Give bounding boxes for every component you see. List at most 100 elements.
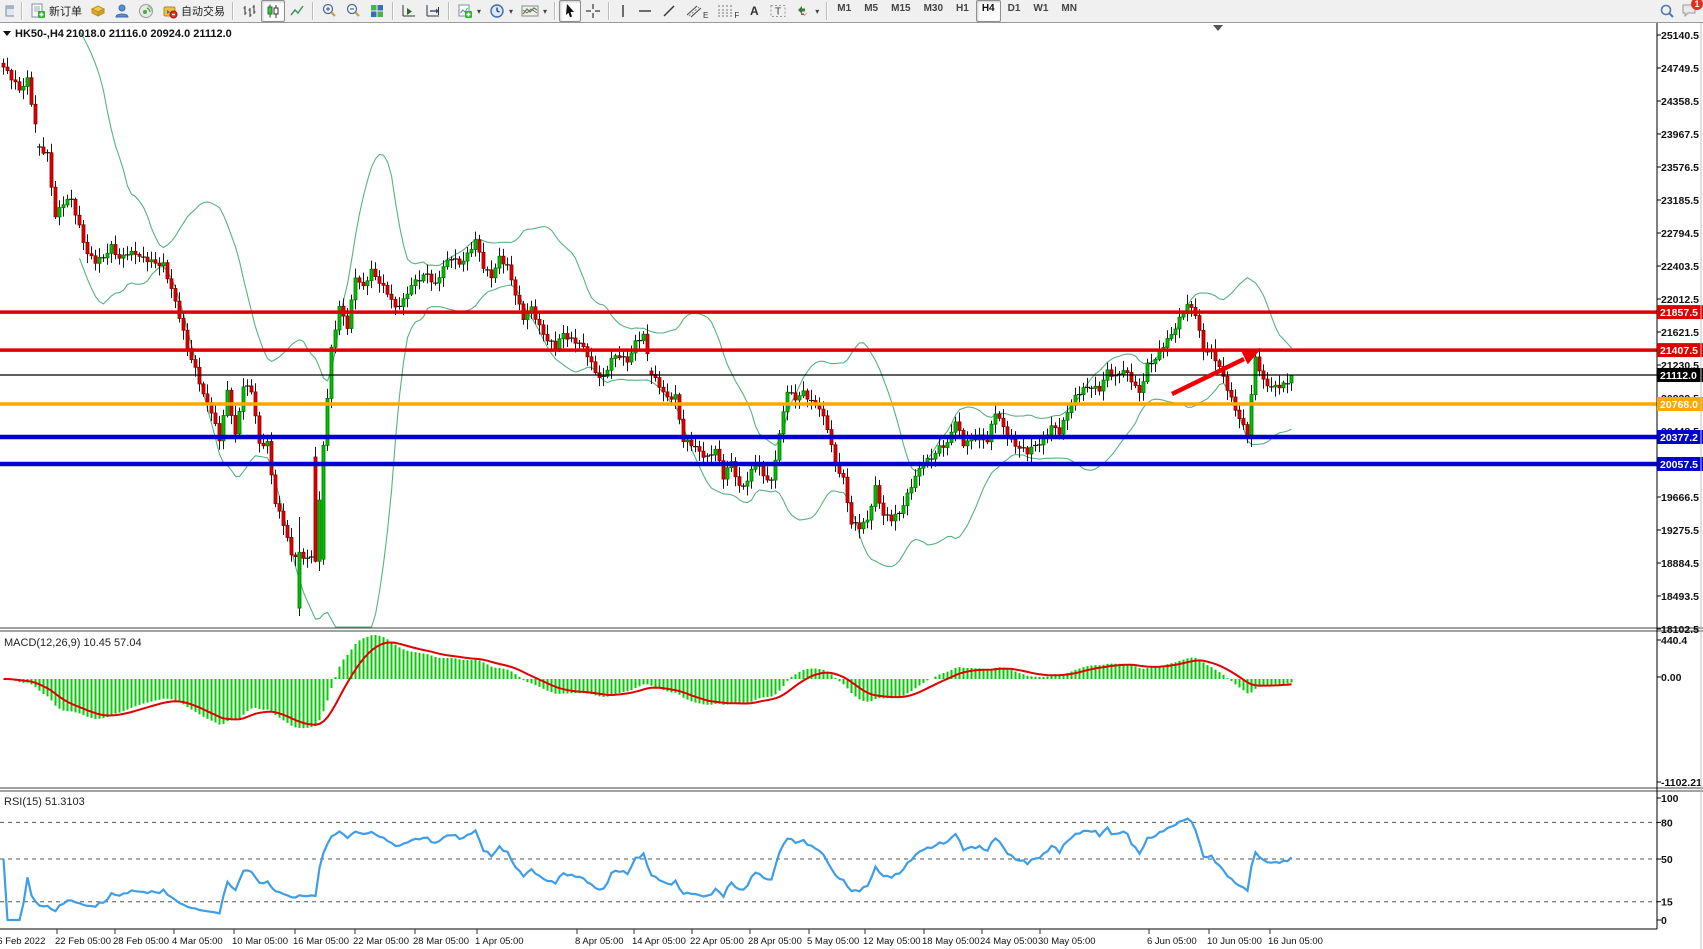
indicators-button[interactable]: ▾	[517, 0, 551, 22]
svg-text:23576.5: 23576.5	[1661, 162, 1699, 174]
market-watch-button[interactable]	[0, 0, 18, 22]
line-chart-button[interactable]	[285, 0, 309, 22]
svg-text:21857.5: 21857.5	[1660, 307, 1698, 319]
text-label-tool-button[interactable]: T	[765, 0, 791, 22]
text-tool-button[interactable]: A	[743, 0, 765, 22]
timeframe-button-m15[interactable]: M15	[885, 0, 916, 22]
market-button[interactable]	[86, 0, 110, 22]
timeframe-button-m5[interactable]: M5	[858, 0, 884, 22]
svg-text:24358.5: 24358.5	[1661, 96, 1699, 108]
chart-area[interactable]: HK50-,H4 21018.0 21116.0 20924.0 21112.0 M…	[0, 0, 1703, 949]
new-order-button[interactable]: 新订单	[26, 0, 86, 22]
svg-text:-1102.21: -1102.21	[1661, 777, 1702, 789]
svg-text:23185.5: 23185.5	[1661, 195, 1699, 207]
svg-text:22794.5: 22794.5	[1661, 228, 1699, 240]
svg-text:10 Mar 05:00: 10 Mar 05:00	[232, 936, 288, 947]
arrows-tool-button[interactable]: ▾	[791, 0, 823, 22]
indicators-icon	[521, 5, 539, 17]
svg-text:22 Apr 05:00: 22 Apr 05:00	[690, 936, 744, 947]
search-icon[interactable]	[1659, 3, 1675, 19]
svg-text:5 May 05:00: 5 May 05:00	[807, 936, 859, 947]
symbol-label: HK50-,H4	[15, 28, 65, 40]
price-tag-20057.5: 20057.5	[1657, 457, 1703, 471]
zoom-in-button[interactable]	[317, 0, 341, 22]
price-tag-21857.5: 21857.5	[1657, 305, 1703, 320]
price-tag-20377.2: 20377.2	[1657, 430, 1703, 444]
svg-text:24 May 05:00: 24 May 05:00	[980, 936, 1038, 947]
svg-text:21621.5: 21621.5	[1661, 327, 1699, 339]
toolbar-separator	[826, 2, 829, 20]
zoom-in-icon	[322, 3, 336, 17]
channel-sub-label: E	[703, 10, 709, 20]
tile-windows-button[interactable]	[365, 0, 389, 22]
timeframe-button-d1[interactable]: D1	[1002, 0, 1027, 22]
bar-chart-icon	[243, 5, 256, 17]
channel-icon	[686, 5, 702, 18]
svg-text:15: 15	[1661, 897, 1673, 909]
cursor-tool-button[interactable]	[559, 0, 582, 22]
toolbar-separator	[21, 2, 23, 20]
chevron-down-icon: ▾	[509, 6, 514, 16]
bar-chart-button[interactable]	[237, 0, 261, 22]
signals-button[interactable]	[134, 0, 158, 22]
svg-text:440.4: 440.4	[1661, 635, 1687, 647]
community-button[interactable]	[110, 0, 134, 22]
svg-text:0: 0	[1661, 915, 1667, 927]
autotrading-button[interactable]: 自动交易	[158, 0, 229, 22]
fibo-sub-label: F	[734, 10, 740, 20]
auto-scroll-button[interactable]	[397, 0, 421, 22]
chevron-down-icon: ▾	[815, 6, 820, 16]
new-order-icon	[31, 3, 45, 18]
svg-text:19666.5: 19666.5	[1661, 492, 1699, 504]
new-chart-button[interactable]: ▾	[453, 0, 485, 22]
chevron-down-icon: ▾	[543, 6, 548, 16]
signal-icon	[139, 4, 153, 18]
trendline-tool-button[interactable]	[657, 0, 681, 22]
svg-text:20057.5: 20057.5	[1660, 459, 1698, 471]
svg-text:28 Mar 05:00: 28 Mar 05:00	[413, 936, 469, 947]
svg-text:T: T	[775, 7, 781, 18]
toolbar-separator	[608, 2, 611, 20]
svg-text:1 Apr 05:00: 1 Apr 05:00	[475, 936, 524, 947]
toolbar-separator	[232, 2, 234, 20]
toolbar-separator	[448, 2, 450, 20]
person-icon	[115, 4, 129, 18]
rsi-label: RSI(15) 51.3103	[4, 796, 85, 808]
horizontal-line-icon	[639, 10, 652, 12]
text-label-icon: T	[770, 5, 786, 18]
timeframe-button-mn[interactable]: MN	[1055, 0, 1083, 22]
candlestick-chart-button[interactable]	[261, 0, 285, 22]
timeframe-button-m30[interactable]: M30	[918, 0, 949, 22]
svg-text:100: 100	[1661, 793, 1679, 805]
chart-shift-button[interactable]	[421, 0, 445, 22]
clock-icon	[490, 4, 504, 18]
svg-text:16 Feb 2022: 16 Feb 2022	[0, 936, 45, 947]
period-button[interactable]: ▾	[485, 0, 517, 22]
crosshair-tool-button[interactable]	[581, 0, 605, 22]
vertical-line-icon	[622, 5, 624, 17]
svg-text:20768.0: 20768.0	[1660, 399, 1698, 411]
zoom-out-icon	[346, 3, 360, 17]
vertical-line-tool-button[interactable]	[613, 0, 633, 22]
new-order-label: 新订单	[49, 6, 82, 18]
svg-text:28 Apr 05:00: 28 Apr 05:00	[748, 936, 802, 947]
timeframe-button-h4[interactable]: H4	[975, 0, 1001, 22]
macd-label: MACD(12,26,9) 10.45 57.04	[4, 637, 142, 649]
svg-text:23967.5: 23967.5	[1661, 129, 1699, 141]
timeframe-button-w1[interactable]: W1	[1027, 0, 1054, 22]
fibonacci-icon	[718, 5, 733, 17]
timeframe-button-h1[interactable]: H1	[950, 0, 975, 22]
tile-windows-icon	[371, 5, 383, 17]
svg-text:22 Feb 05:00: 22 Feb 05:00	[55, 936, 111, 947]
cursor-icon	[566, 4, 575, 18]
toolbar-separator	[554, 2, 557, 20]
timeframe-button-m1[interactable]: M1	[831, 0, 857, 22]
fibonacci-tool-button[interactable]: F	[712, 0, 743, 22]
notifications-button[interactable]: 1	[1681, 0, 1703, 21]
channel-tool-button[interactable]: E	[681, 0, 712, 22]
svg-text:16 Mar 05:00: 16 Mar 05:00	[293, 936, 349, 947]
zoom-out-button[interactable]	[341, 0, 365, 22]
svg-text:18493.5: 18493.5	[1661, 591, 1699, 603]
line-chart-icon	[290, 5, 304, 16]
horizontal-line-tool-button[interactable]	[633, 0, 657, 22]
